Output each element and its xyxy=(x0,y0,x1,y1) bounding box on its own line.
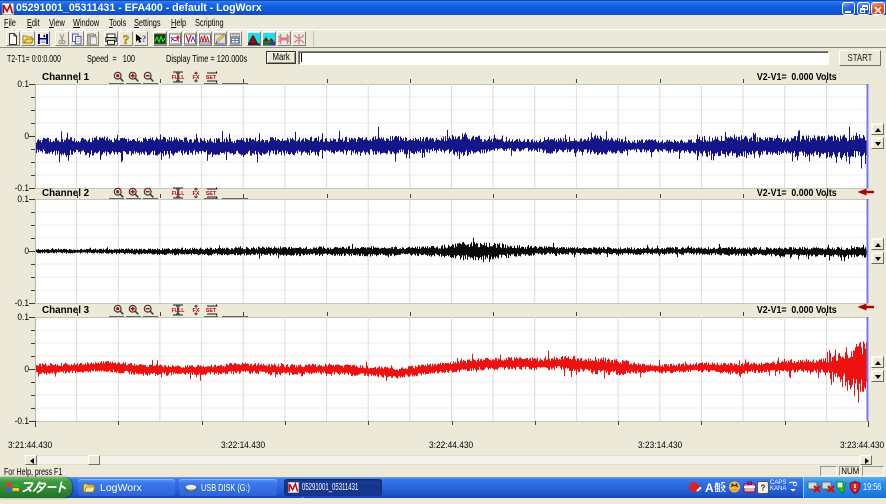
svg-text:?: ? xyxy=(123,33,130,45)
svg-text:FX: FX xyxy=(193,308,200,314)
svg-text:SET: SET xyxy=(206,308,217,314)
svg-text:FULL: FULL xyxy=(172,308,185,314)
svg-text:SET: SET xyxy=(206,75,217,81)
svg-text:?: ? xyxy=(142,34,147,44)
svg-text:SET: SET xyxy=(206,191,217,197)
svg-text:FULL: FULL xyxy=(172,75,185,81)
svg-text:FX: FX xyxy=(193,191,200,197)
svg-text:FX: FX xyxy=(193,75,200,81)
svg-text:?: ? xyxy=(761,484,766,493)
svg-text:FULL: FULL xyxy=(172,191,185,197)
